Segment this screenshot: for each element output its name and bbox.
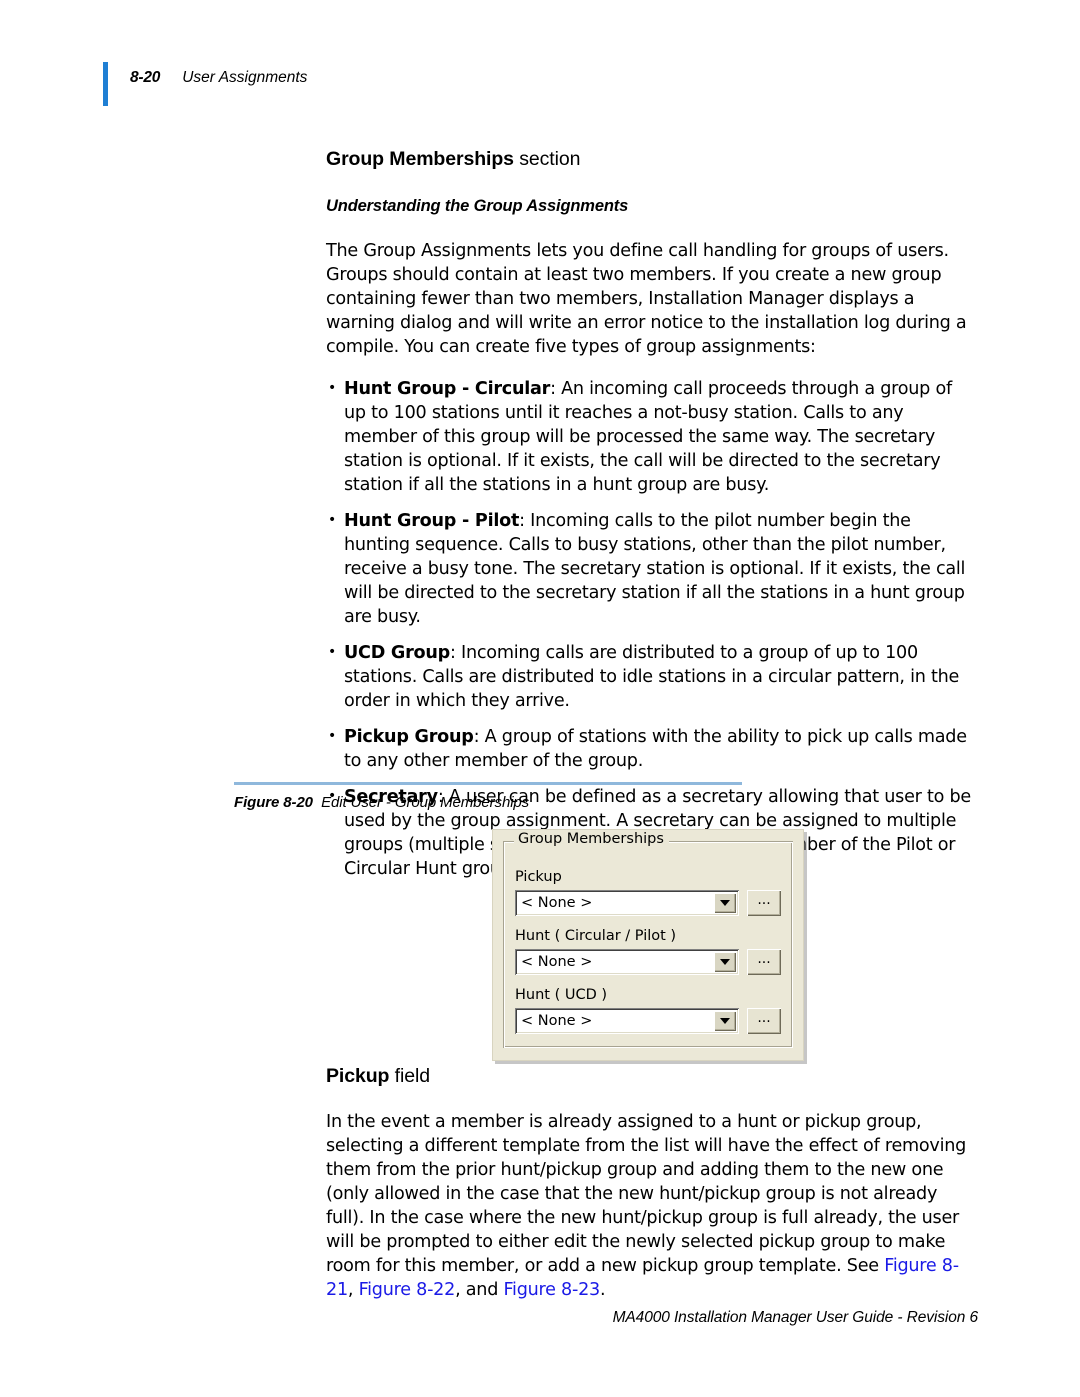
chevron-down-icon[interactable]: [714, 952, 736, 973]
list-item: UCD Group: Incoming calls are distribute…: [326, 641, 976, 713]
hunt-circular-pilot-browse-button[interactable]: ...: [747, 949, 781, 976]
pickup-browse-button[interactable]: ...: [747, 890, 781, 917]
page-footer: MA4000 Installation Manager User Guide -…: [612, 1309, 978, 1326]
figure-label: Figure 8-20: [234, 794, 313, 811]
pickup-combobox[interactable]: < None >: [515, 890, 739, 917]
field-row-hunt-ucd: Hunt ( UCD ) < None > ...: [515, 986, 781, 1035]
group-memberships-groupbox: Group Memberships Pickup < None > ... Hu…: [503, 832, 793, 1048]
hunt-circular-pilot-label: Hunt ( Circular / Pilot ): [515, 928, 677, 945]
hunt-circular-pilot-combobox[interactable]: < None >: [515, 949, 739, 976]
page-running-header: 8-20 User Assignments: [103, 62, 307, 106]
xref-separator-2: , and: [455, 1280, 504, 1301]
intro-paragraph: The Group Assignments lets you define ca…: [326, 241, 967, 358]
pickup-controls: < None > ...: [515, 890, 781, 917]
paragraph-end-period: .: [599, 1280, 606, 1301]
list-item-lead: Hunt Group - Pilot: [344, 511, 520, 532]
figure-block: Figure 8-20 Edit User - Group Membership…: [234, 782, 978, 811]
main-content: Group Memberships section Understanding …: [326, 148, 976, 881]
figure-image-group-memberships-dialog: Group Memberships Pickup < None > ... Hu…: [492, 829, 804, 1062]
field-row-pickup: Pickup < None > ...: [515, 868, 781, 917]
page-number: 8-20: [130, 69, 161, 86]
hunt-ucd-browse-button[interactable]: ...: [747, 1008, 781, 1035]
xref-separator-1: ,: [347, 1280, 359, 1301]
list-item: Pickup Group: A group of stations with t…: [326, 725, 976, 773]
hunt-ucd-controls: < None > ...: [515, 1008, 781, 1035]
page-title: Group Memberships section: [326, 148, 976, 171]
subsection-heading: Understanding the Group Assignments: [326, 197, 629, 216]
hunt-ucd-combobox-value: < None >: [521, 1013, 593, 1030]
chevron-down-icon[interactable]: [714, 893, 736, 914]
pickup-combobox-value: < None >: [521, 895, 593, 912]
list-item: Hunt Group - Circular: An incoming call …: [326, 377, 976, 497]
list-item-lead: UCD Group: [344, 643, 451, 664]
figure-divider-rule: [234, 782, 742, 785]
chevron-down-glyph: [720, 900, 730, 907]
hunt-ucd-combobox[interactable]: < None >: [515, 1008, 739, 1035]
chevron-down-glyph: [720, 959, 730, 966]
list-item: Hunt Group - Pilot: Incoming calls to th…: [326, 509, 976, 629]
dialog-panel: Group Memberships Pickup < None > ... Hu…: [492, 829, 804, 1062]
cross-reference-link-figure-8-23[interactable]: Figure 8-23: [503, 1280, 600, 1300]
pickup-field-heading-strong: Pickup: [326, 1065, 390, 1087]
field-row-hunt-circular-pilot: Hunt ( Circular / Pilot ) < None > ...: [515, 927, 781, 976]
pickup-field-section: Pickup field In the event a member is al…: [326, 1065, 976, 1302]
cross-reference-link-figure-8-22[interactable]: Figure 8-22: [359, 1280, 456, 1300]
list-item-lead: Pickup Group: [344, 727, 474, 748]
header-accent-rule: [103, 62, 108, 106]
header-chapter-title: User Assignments: [182, 69, 308, 86]
pickup-field-body: In the event a member is already assigne…: [326, 1112, 967, 1277]
chevron-down-glyph: [720, 1018, 730, 1025]
figure-caption-text: Edit User - Group Memberships: [321, 794, 530, 811]
pickup-label: Pickup: [515, 869, 562, 885]
figure-caption: Figure 8-20 Edit User - Group Membership…: [234, 794, 978, 811]
list-item-lead: Hunt Group - Circular: [344, 379, 551, 400]
groupbox-legend: Group Memberships: [514, 832, 669, 847]
pickup-field-heading-rest: field: [389, 1065, 430, 1087]
hunt-circular-pilot-combobox-value: < None >: [521, 954, 593, 971]
page-title-rest: section: [513, 148, 581, 170]
chevron-down-icon[interactable]: [714, 1011, 736, 1032]
pickup-field-paragraph: In the event a member is already assigne…: [326, 1110, 976, 1302]
hunt-circular-pilot-controls: < None > ...: [515, 949, 781, 976]
pickup-field-heading: Pickup field: [326, 1065, 976, 1088]
hunt-ucd-label: Hunt ( UCD ): [515, 987, 608, 1004]
page-title-strong: Group Memberships: [326, 148, 514, 170]
